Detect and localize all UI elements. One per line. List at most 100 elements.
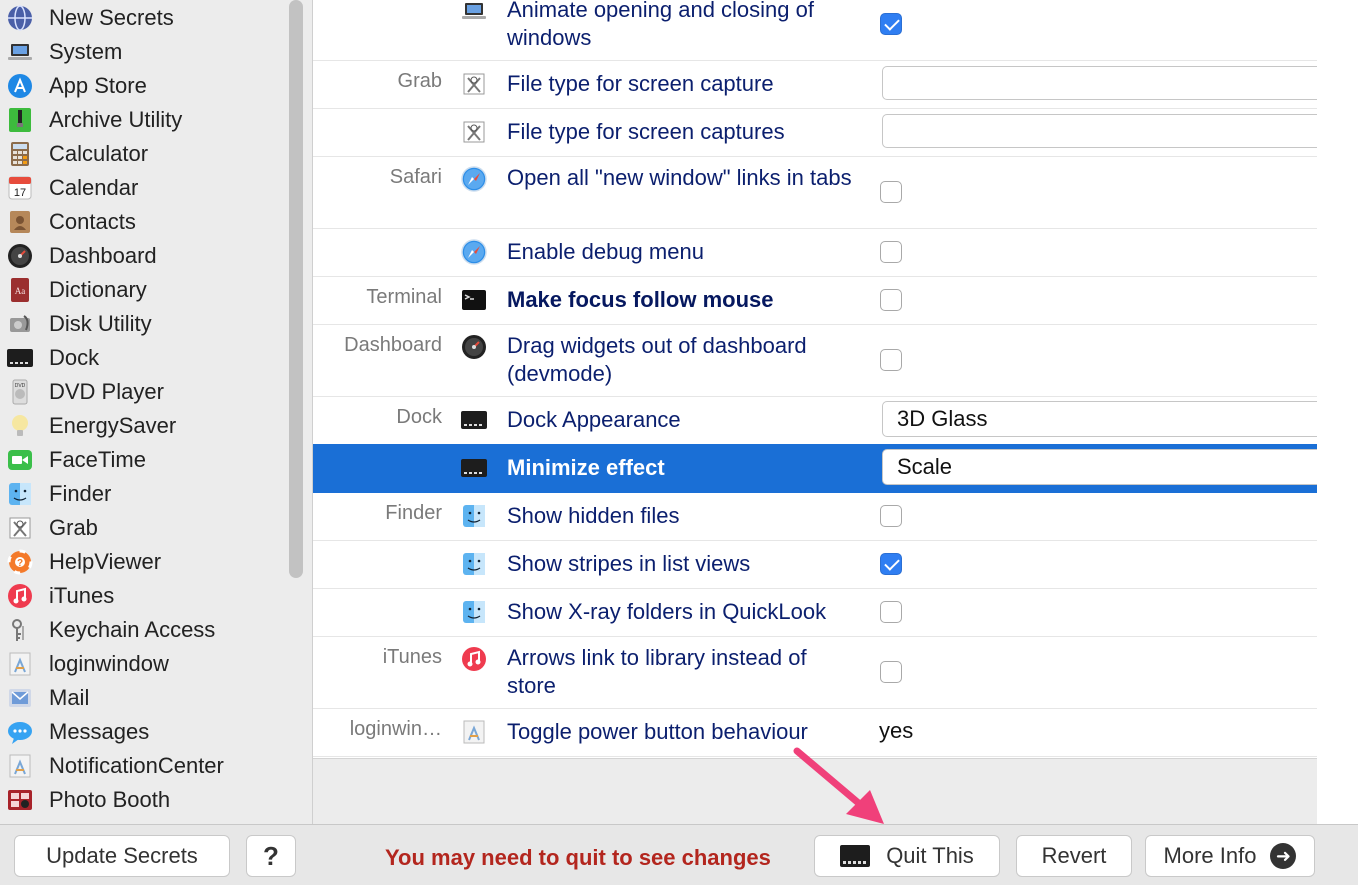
sidebar-item-calendar[interactable]: 17 Calendar: [0, 171, 290, 205]
quit-this-button[interactable]: Quit This: [814, 835, 1000, 877]
settings-row[interactable]: Enable debug menu: [313, 228, 1317, 277]
sidebar-item-new-secrets[interactable]: New Secrets: [0, 1, 290, 35]
setting-checkbox[interactable]: [880, 601, 902, 623]
laptop-icon: [460, 0, 488, 25]
sidebar-item-dashboard[interactable]: Dashboard: [0, 239, 290, 273]
setting-label: Enable debug menu: [507, 239, 704, 264]
settings-row[interactable]: Minimize effect Scale: [313, 444, 1317, 493]
terminal-icon: [460, 286, 488, 314]
facetime-icon: [6, 446, 34, 474]
sidebar-item-mail[interactable]: Mail: [0, 681, 290, 715]
settings-row[interactable]: Terminal Make focus follow mouse: [313, 276, 1317, 325]
settings-row[interactable]: Animate opening and closing of windows: [313, 0, 1317, 61]
sidebar-item-facetime[interactable]: FaceTime: [0, 443, 290, 477]
setting-checkbox[interactable]: [880, 289, 902, 311]
setting-label: Toggle power button behaviour: [507, 719, 808, 744]
dashboard-icon: [460, 333, 488, 361]
help-button[interactable]: ?: [246, 835, 296, 877]
setting-label: File type for screen captures: [507, 119, 785, 144]
sidebar-item-notificationcenter[interactable]: NotificationCenter: [0, 749, 290, 783]
sidebar-item-calculator[interactable]: Calculator: [0, 137, 290, 171]
sidebar-item-label: New Secrets: [49, 5, 174, 30]
sidebar-item-dock[interactable]: Dock: [0, 341, 290, 375]
sidebar-item-archive-utility[interactable]: Archive Utility: [0, 103, 290, 137]
settings-row[interactable]: Dashboard Drag widgets out of dashboard (…: [313, 324, 1317, 397]
row-app-name: loginwin…: [349, 718, 442, 740]
calculator-icon: [6, 140, 34, 168]
sidebar-item-itunes[interactable]: iTunes: [0, 579, 290, 613]
sidebar-item-label: Grab: [49, 515, 98, 540]
setting-checkbox[interactable]: [880, 13, 902, 35]
revert-label: Revert: [1041, 843, 1107, 868]
app-generic-icon: [6, 650, 34, 678]
setting-text-field[interactable]: [882, 114, 1317, 148]
update-secrets-button[interactable]: Update Secrets: [14, 835, 230, 877]
settings-row[interactable]: Show X-ray folders in QuickLook: [313, 588, 1317, 637]
setting-checkbox[interactable]: [880, 661, 902, 683]
finder-icon: [460, 502, 488, 530]
dock-icon: [460, 454, 488, 482]
sidebar-item-label: Photo Booth: [49, 787, 171, 812]
sidebar-item-messages[interactable]: Messages: [0, 715, 290, 749]
sidebar-item-dvd-player[interactable]: DVD DVD Player: [0, 375, 290, 409]
settings-row[interactable]: loginwin… Toggle power button behaviour ye…: [313, 708, 1317, 757]
app-generic-icon: [6, 752, 34, 780]
app-store-icon: [6, 72, 34, 100]
settings-row[interactable]: Finder Show hidden files: [313, 492, 1317, 541]
sidebar-item-label: System: [49, 39, 123, 64]
app-sidebar: New Secrets System App Store Archive Utilit…: [0, 0, 313, 824]
setting-checkbox[interactable]: [880, 553, 902, 575]
setting-checkbox[interactable]: [880, 505, 902, 527]
setting-label: Arrows link to library instead of store: [507, 645, 807, 698]
settings-row[interactable]: File type for screen captures: [313, 108, 1317, 157]
table-footer-area: [313, 758, 1317, 825]
settings-row[interactable]: Grab File type for screen capture: [313, 60, 1317, 109]
dock-icon: [460, 406, 488, 434]
setting-checkbox[interactable]: [880, 349, 902, 371]
setting-label: Show stripes in list views: [507, 551, 751, 576]
svg-text:?: ?: [17, 558, 23, 569]
sidebar-item-disk-utility[interactable]: Disk Utility: [0, 307, 290, 341]
sidebar-item-helpviewer[interactable]: ? HelpViewer: [0, 545, 290, 579]
setting-checkbox[interactable]: [880, 241, 902, 263]
setting-checkbox[interactable]: [880, 181, 902, 203]
setting-select[interactable]: Scale: [882, 449, 1317, 485]
more-info-label: More Info: [1163, 843, 1257, 868]
quit-this-label: Quit This: [886, 843, 974, 868]
sidebar-item-finder[interactable]: Finder: [0, 477, 290, 511]
sidebar-scrollbar[interactable]: [289, 0, 303, 578]
sidebar-item-grab[interactable]: Grab: [0, 511, 290, 545]
row-app-name: Finder: [385, 502, 442, 524]
disk-utility-icon: [6, 310, 34, 338]
setting-text-field[interactable]: [882, 66, 1317, 100]
sidebar-item-dictionary[interactable]: Aa Dictionary: [0, 273, 290, 307]
sidebar-item-energysaver[interactable]: EnergySaver: [0, 409, 290, 443]
app-generic-icon: [460, 718, 488, 746]
sidebar-item-label: Finder: [49, 481, 112, 506]
sidebar-item-system[interactable]: System: [0, 35, 290, 69]
itunes-icon: [460, 645, 488, 673]
setting-select[interactable]: 3D Glass: [882, 401, 1317, 437]
more-info-button[interactable]: More Info ➜: [1145, 835, 1315, 877]
dock-icon: [840, 845, 871, 867]
photo-booth-icon: [6, 786, 34, 814]
calendar-icon: 17: [6, 174, 34, 202]
sidebar-item-label: App Store: [49, 73, 147, 98]
sidebar-item-label: Mail: [49, 685, 90, 710]
revert-button[interactable]: Revert: [1016, 835, 1132, 877]
update-secrets-label: Update Secrets: [46, 843, 198, 868]
settings-row[interactable]: Safari Open all "new window" links in tab…: [313, 156, 1317, 229]
quit-warning-text: You may need to quit to see changes: [385, 845, 771, 870]
settings-row[interactable]: Show stripes in list views: [313, 540, 1317, 589]
settings-row[interactable]: iTunes Arrows link to library instead of …: [313, 636, 1317, 709]
sidebar-item-label: DVD Player: [49, 379, 164, 404]
setting-label: Animate opening and closing of windows: [507, 0, 814, 50]
sidebar-item-photo-booth[interactable]: Photo Booth: [0, 783, 290, 817]
settings-row[interactable]: Dock Dock Appearance 3D Glass: [313, 396, 1317, 445]
mail-icon: [6, 684, 34, 712]
sidebar-item-app-store[interactable]: App Store: [0, 69, 290, 103]
sidebar-item-contacts[interactable]: Contacts: [0, 205, 290, 239]
finder-icon: [460, 598, 488, 626]
sidebar-item-keychain-access[interactable]: Keychain Access: [0, 613, 290, 647]
sidebar-item-loginwindow[interactable]: loginwindow: [0, 647, 290, 681]
